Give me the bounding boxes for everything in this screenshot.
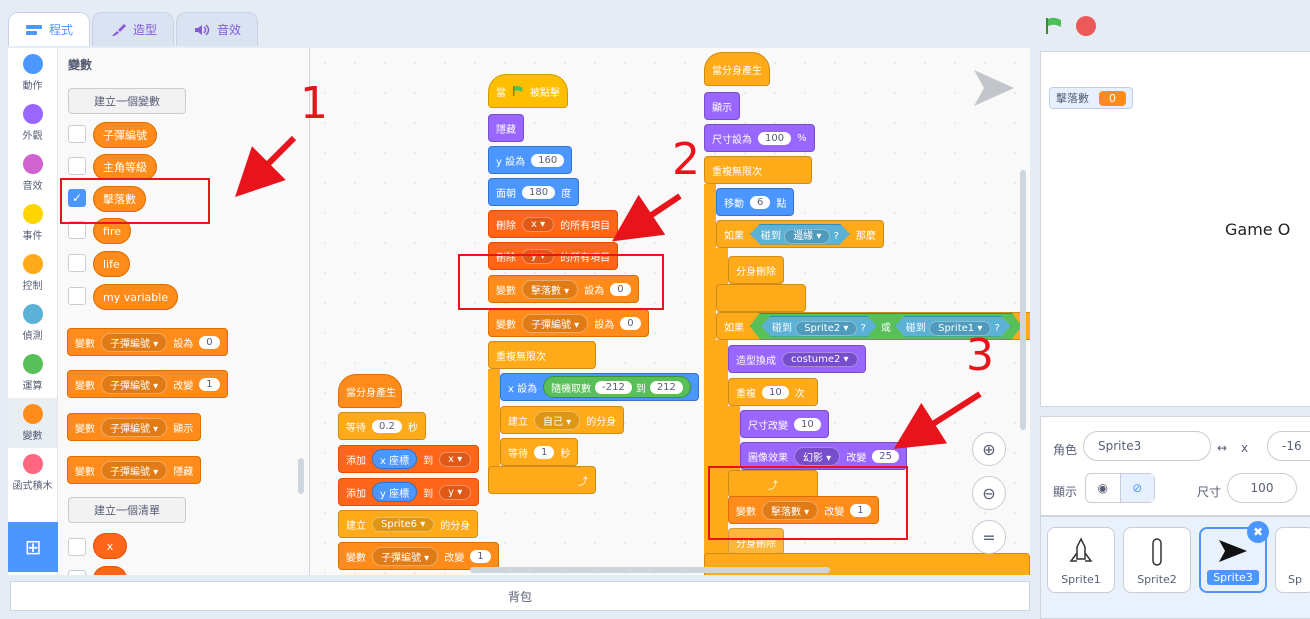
sprite-thumbnail[interactable]: Sprite1	[1047, 527, 1115, 593]
delete-sprite-button[interactable]: ✖	[1247, 521, 1269, 543]
scratch-editor: 程式 造型 音效 動作 外觀 音效 事件 控制 偵測 運算 變數 函式積木 ⊞ 變數 建立一個變…	[0, 0, 1310, 619]
monitor-label: 擊落數	[1056, 92, 1089, 105]
rocket-icon	[1069, 537, 1093, 562]
eye-slash-icon: ⊘	[1132, 481, 1143, 495]
monitor-value: 0	[1099, 90, 1126, 106]
sprite-list: Sprite1 Sprite2 Sprite3 ✖ Sp	[1040, 516, 1310, 619]
size-input[interactable]: 100	[1227, 473, 1297, 503]
show-label: 顯示	[1053, 485, 1078, 499]
eye-icon: ◉	[1097, 481, 1108, 495]
sprite-thumbnail[interactable]: Sprite2	[1123, 527, 1191, 593]
stage[interactable]: 擊落數 0 Game O	[1040, 51, 1310, 407]
size-label: 尺寸	[1197, 485, 1222, 499]
x-label: x	[1241, 441, 1249, 455]
x-arrow-icon: ↔	[1217, 441, 1228, 455]
paper-plane-icon	[1219, 540, 1247, 562]
backpack-label: 背包	[507, 589, 532, 604]
bullet-icon	[1152, 538, 1162, 566]
stage-text: Game O	[1225, 220, 1291, 239]
backpack-bar[interactable]: 背包	[10, 581, 1030, 611]
sprite-thumbnail[interactable]: Sp	[1275, 527, 1310, 593]
stop-button[interactable]	[1076, 16, 1096, 36]
variable-monitor: 擊落數 0	[1049, 87, 1133, 109]
sprite-name: Sprite2	[1137, 573, 1177, 586]
sprite-info-panel: 角色 Sprite3 ↔ x -16 顯示 ◉ ⊘ 尺寸 100	[1040, 416, 1310, 516]
hide-button[interactable]: ⊘	[1119, 474, 1154, 502]
visibility-toggle: ◉ ⊘	[1085, 473, 1155, 503]
sprite-label: 角色	[1053, 443, 1078, 457]
sprite-name: Sprite1	[1061, 573, 1101, 586]
sprite-name-input[interactable]: Sprite3	[1083, 431, 1211, 461]
show-button[interactable]: ◉	[1086, 474, 1120, 502]
x-input[interactable]: -16	[1267, 431, 1310, 461]
green-flag-button[interactable]	[1044, 16, 1064, 36]
sprite-name: Sp	[1288, 573, 1302, 586]
sprite-name: Sprite3	[1207, 570, 1259, 585]
trash-icon: ✖	[1252, 525, 1264, 539]
